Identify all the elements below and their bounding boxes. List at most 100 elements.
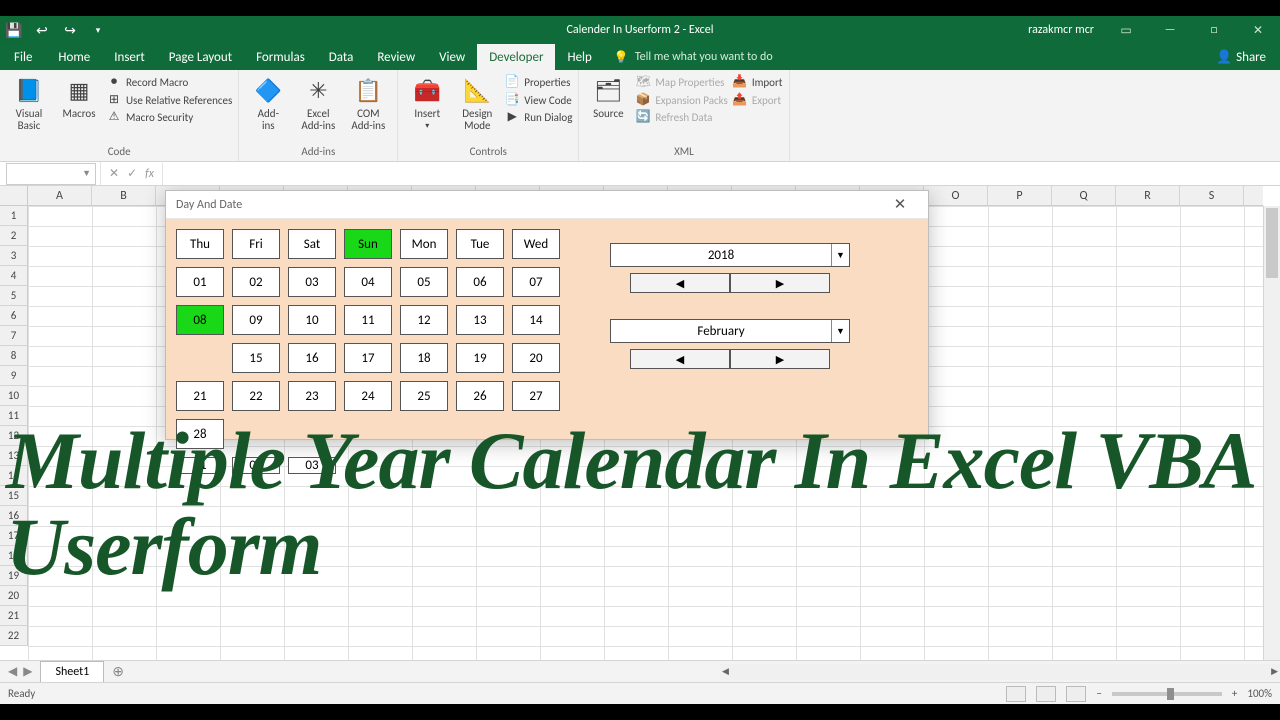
userform-close-icon[interactable]: ✕ xyxy=(882,195,918,214)
map-properties-button[interactable]: 🗺Map Properties xyxy=(635,74,727,92)
col-header[interactable]: B xyxy=(92,186,156,205)
date-cell[interactable]: 20 xyxy=(512,343,560,373)
redo-icon[interactable]: ↪ xyxy=(56,16,84,44)
date-cell[interactable]: 03 xyxy=(288,267,336,297)
day-header[interactable]: Tue xyxy=(456,229,504,259)
date-cell[interactable]: 12 xyxy=(400,305,448,335)
date-cell[interactable]: 27 xyxy=(512,381,560,411)
date-cell[interactable]: 01 xyxy=(176,267,224,297)
day-header[interactable]: Fri xyxy=(232,229,280,259)
insert-control-button[interactable]: 🧰Insert▾ xyxy=(404,72,450,131)
date-cell-next-month[interactable]: 01 xyxy=(176,457,224,474)
date-cell[interactable]: 23 xyxy=(288,381,336,411)
run-dialog-button[interactable]: ▶Run Dialog xyxy=(504,109,572,127)
expansion-packs-button[interactable]: 📦Expansion Packs xyxy=(635,92,727,110)
row-header[interactable]: 1 xyxy=(0,206,27,226)
date-cell[interactable]: 02 xyxy=(232,267,280,297)
tab-data[interactable]: Data xyxy=(317,44,366,70)
enter-formula-icon[interactable]: ✓ xyxy=(127,166,137,181)
day-header[interactable]: Mon xyxy=(400,229,448,259)
year-prev-button[interactable]: ◀ xyxy=(630,273,730,293)
date-cell[interactable]: 19 xyxy=(456,343,504,373)
qat-customize-icon[interactable]: ▾ xyxy=(84,16,112,44)
userform-titlebar[interactable]: Day And Date ✕ xyxy=(166,191,928,219)
row-header[interactable]: 7 xyxy=(0,326,27,346)
row-header[interactable]: 20 xyxy=(0,586,27,606)
row-header[interactable]: 5 xyxy=(0,286,27,306)
visual-basic-button[interactable]: 📘Visual Basic xyxy=(6,72,52,132)
day-header[interactable]: Sun xyxy=(344,229,392,259)
addins-button[interactable]: 🔷Add- ins xyxy=(245,72,291,132)
save-icon[interactable]: 💾 xyxy=(0,16,28,44)
date-cell[interactable]: 28 xyxy=(176,419,224,449)
row-header[interactable]: 3 xyxy=(0,246,27,266)
share-button[interactable]: 👤 Share xyxy=(1202,50,1280,65)
row-header[interactable]: 10 xyxy=(0,386,27,406)
row-headers[interactable]: 12345678910111213141516171819202122 xyxy=(0,206,28,646)
properties-button[interactable]: 📄Properties xyxy=(504,74,572,92)
date-cell[interactable]: 14 xyxy=(512,305,560,335)
row-header[interactable]: 8 xyxy=(0,346,27,366)
row-header[interactable]: 11 xyxy=(0,406,27,426)
tab-formulas[interactable]: Formulas xyxy=(244,44,317,70)
col-header[interactable]: R xyxy=(1116,186,1180,205)
sheet-nav-prev-icon[interactable]: ◀ xyxy=(8,664,17,679)
date-cell[interactable]: 17 xyxy=(344,343,392,373)
date-cell[interactable]: 22 xyxy=(232,381,280,411)
page-break-view-button[interactable] xyxy=(1066,686,1086,702)
ribbon-options-icon[interactable]: ▭ xyxy=(1104,16,1148,44)
tab-review[interactable]: Review xyxy=(365,44,427,70)
tab-insert[interactable]: Insert xyxy=(102,44,157,70)
zoom-slider[interactable] xyxy=(1112,692,1222,696)
zoom-in-button[interactable]: + xyxy=(1232,687,1237,700)
chevron-down-icon[interactable]: ▼ xyxy=(831,244,849,266)
date-cell[interactable]: 09 xyxy=(232,305,280,335)
chevron-down-icon[interactable]: ▼ xyxy=(82,168,91,179)
tab-help[interactable]: Help xyxy=(555,44,603,70)
sheet-nav-next-icon[interactable]: ▶ xyxy=(23,664,32,679)
select-all-corner[interactable] xyxy=(0,186,28,206)
row-header[interactable]: 21 xyxy=(0,606,27,626)
row-header[interactable]: 14 xyxy=(0,466,27,486)
formula-input[interactable] xyxy=(162,163,1280,185)
maximize-icon[interactable]: □ xyxy=(1192,16,1236,44)
export-button[interactable]: 📤Export xyxy=(732,92,783,110)
vertical-scrollbar[interactable] xyxy=(1263,206,1280,660)
tab-page-layout[interactable]: Page Layout xyxy=(157,44,244,70)
col-header[interactable]: O xyxy=(924,186,988,205)
row-header[interactable]: 2 xyxy=(0,226,27,246)
row-header[interactable]: 22 xyxy=(0,626,27,646)
date-cell[interactable]: 18 xyxy=(400,343,448,373)
horizontal-scrollbar[interactable]: ◀▶ xyxy=(720,664,1280,680)
close-icon[interactable]: ✕ xyxy=(1236,16,1280,44)
excel-addins-button[interactable]: ✳Excel Add-ins xyxy=(295,72,341,132)
year-next-button[interactable]: ▶ xyxy=(730,273,830,293)
day-header[interactable]: Thu xyxy=(176,229,224,259)
row-header[interactable]: 19 xyxy=(0,566,27,586)
col-header[interactable]: A xyxy=(28,186,92,205)
date-cell[interactable]: 16 xyxy=(288,343,336,373)
date-cell[interactable]: 25 xyxy=(400,381,448,411)
date-cell[interactable]: 04 xyxy=(344,267,392,297)
date-cell[interactable]: 24 xyxy=(344,381,392,411)
date-cell[interactable]: 11 xyxy=(344,305,392,335)
macros-button[interactable]: ▦Macros xyxy=(56,72,102,120)
xml-source-button[interactable]: 🗂Source xyxy=(585,72,631,120)
zoom-level[interactable]: 100% xyxy=(1247,687,1272,700)
date-cell[interactable]: 08 xyxy=(176,305,224,335)
worksheet-grid[interactable]: ABCDEFGHIJKLMNOPQRS 12345678910111213141… xyxy=(0,186,1280,660)
design-mode-button[interactable]: 📐Design Mode xyxy=(454,72,500,132)
import-button[interactable]: 📥Import xyxy=(732,74,783,92)
date-cell[interactable]: 06 xyxy=(456,267,504,297)
com-addins-button[interactable]: 📋COM Add-ins xyxy=(345,72,391,132)
row-header[interactable]: 18 xyxy=(0,546,27,566)
date-cell[interactable]: 21 xyxy=(176,381,224,411)
page-layout-view-button[interactable] xyxy=(1036,686,1056,702)
row-header[interactable]: 4 xyxy=(0,266,27,286)
normal-view-button[interactable] xyxy=(1006,686,1026,702)
record-macro-button[interactable]: ⏺Record Macro xyxy=(106,74,232,92)
tab-developer[interactable]: Developer xyxy=(477,44,555,70)
date-cell-next-month[interactable]: 02 xyxy=(232,457,280,474)
undo-icon[interactable]: ↩ xyxy=(28,16,56,44)
month-prev-button[interactable]: ◀ xyxy=(630,349,730,369)
